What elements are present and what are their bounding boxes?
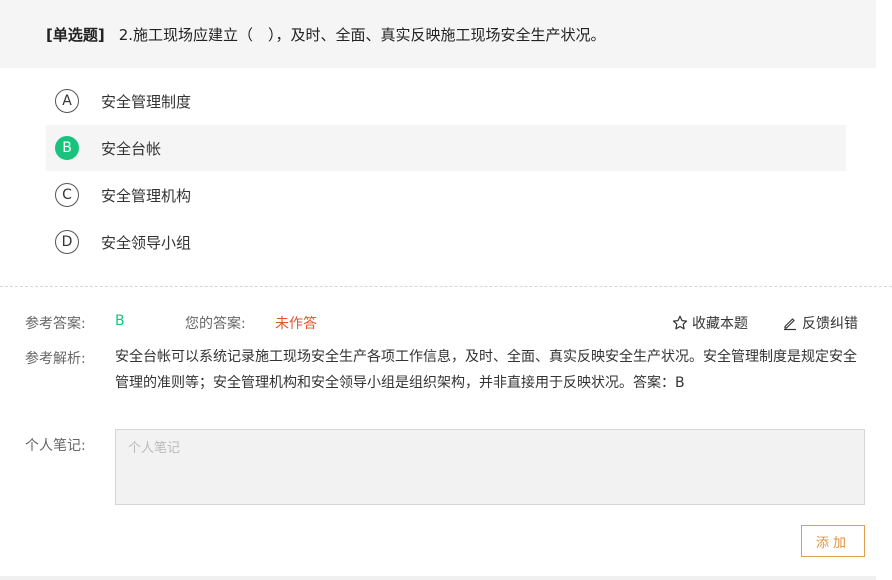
bottom-border [0,576,876,580]
your-answer-label: 您的答案: [185,316,246,332]
question-header: [单选题] 2.施工现场应建立（ ），及时、全面、真实反映施工现场安全生产状况。 [0,0,876,68]
option-d-letter: D [55,230,79,254]
analysis-label: 参考解析: [25,351,86,367]
feedback-label: 反馈纠错 [802,316,858,332]
notes-input[interactable] [115,429,865,505]
question-type-label: [单选题] [46,25,105,44]
favorite-label: 收藏本题 [692,316,748,332]
reference-answer-label: 参考答案: [25,316,86,332]
pencil-icon [784,318,796,331]
feedback-button[interactable]: 反馈纠错 [782,313,858,333]
option-b[interactable]: B 安全台帐 [46,125,846,171]
option-a[interactable]: A 安全管理制度 [46,78,846,124]
star-icon [672,315,688,330]
option-a-text: 安全管理制度 [101,92,192,111]
notes-label: 个人笔记: [25,438,86,454]
option-a-letter: A [55,89,79,113]
option-c-text: 安全管理机构 [101,186,192,205]
option-b-letter: B [55,136,79,160]
option-d-text: 安全领导小组 [101,233,192,252]
option-b-text: 安全台帐 [101,139,162,158]
option-d[interactable]: D 安全领导小组 [46,219,846,265]
option-c[interactable]: C 安全管理机构 [46,172,846,218]
your-answer-value: 未作答 [275,316,317,332]
question-text: 2.施工现场应建立（ ），及时、全面、真实反映施工现场安全生产状况。 [118,25,606,44]
add-note-button[interactable]: 添加 [801,525,865,557]
analysis-text: 安全台帐可以系统记录施工现场安全生产各项工作信息，及时、全面、真实反映安全生产状… [115,349,857,391]
option-c-letter: C [55,183,79,207]
reference-answer-value: B [115,313,125,329]
section-divider [0,286,892,287]
favorite-button[interactable]: 收藏本题 [672,313,748,333]
